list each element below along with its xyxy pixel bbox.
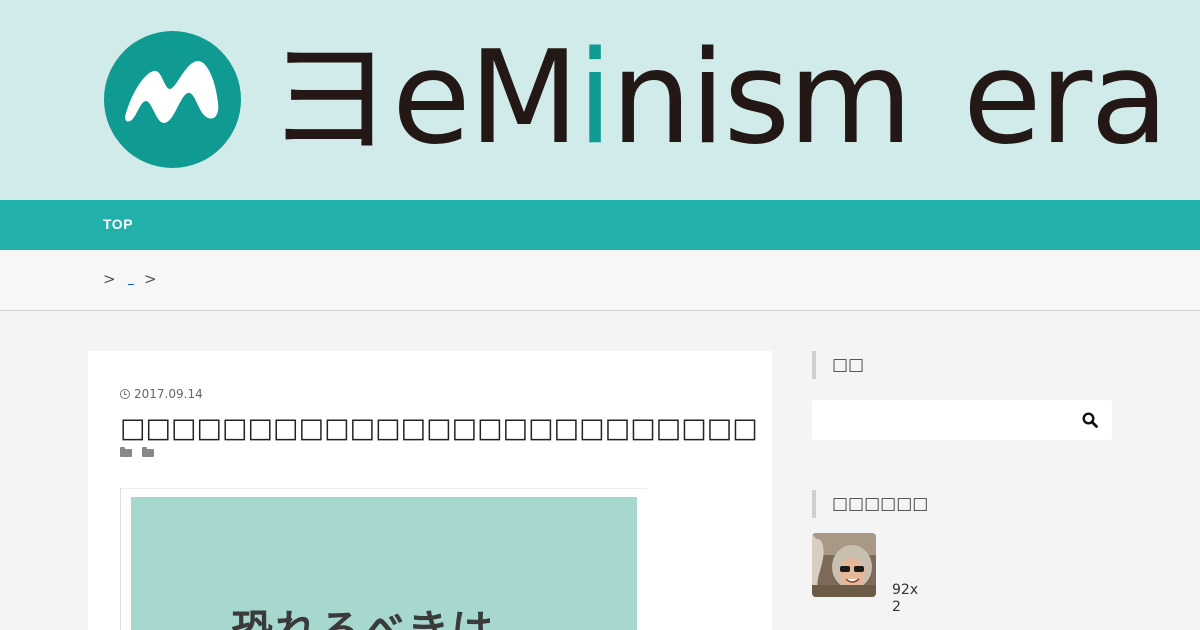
profile-photo — [812, 533, 876, 597]
eyecatch-text: 恐れるべきは — [231, 597, 495, 630]
breadcrumb: > > — [0, 250, 1200, 311]
site-logo-text: ヨeMinism era — [266, 24, 1169, 174]
breadcrumb-link[interactable] — [128, 276, 134, 285]
profile-caption: 92x 2 — [892, 582, 932, 616]
eyecatch-panel: 恐れるべきは — [131, 497, 637, 630]
profile-widget-title: □□□□□□ — [812, 490, 928, 518]
search-icon[interactable] — [1082, 412, 1098, 428]
search-widget-title: □□ — [812, 351, 864, 379]
category-list — [120, 447, 154, 457]
logo-prefix: ヨeM — [266, 24, 579, 173]
nav-item-top[interactable]: TOP — [103, 216, 133, 232]
avatar[interactable] — [812, 533, 876, 597]
breadcrumb-separator: > — [103, 270, 116, 288]
article-card: 2017.09.14 □□□□□□□□□□□□□□□□□□□□□□□□□□□□□… — [88, 351, 772, 630]
post-date-text: 2017.09.14 — [134, 387, 203, 401]
profile-caption-text: 92x 2 — [892, 582, 919, 615]
logo-accent-letter: i — [577, 24, 613, 173]
breadcrumb-separator: > — [144, 270, 157, 288]
logo-mark-icon — [104, 31, 241, 168]
folder-icon[interactable] — [120, 447, 132, 457]
logo-suffix: era — [962, 24, 1169, 173]
logo-middle: nism — [610, 24, 913, 173]
clock-icon — [120, 389, 130, 399]
search-input[interactable] — [812, 400, 1072, 440]
site-header: ヨeMinism era — [0, 0, 1200, 200]
folder-icon[interactable] — [142, 447, 154, 457]
post-date: 2017.09.14 — [120, 387, 203, 401]
eyecatch-image: 恐れるべきは — [120, 488, 647, 630]
global-nav: TOP — [0, 200, 1200, 250]
article-title: □□□□□□□□□□□□□□□□□□□□□□□□□□□□□□□ — [120, 413, 760, 444]
search-form — [812, 400, 1112, 440]
